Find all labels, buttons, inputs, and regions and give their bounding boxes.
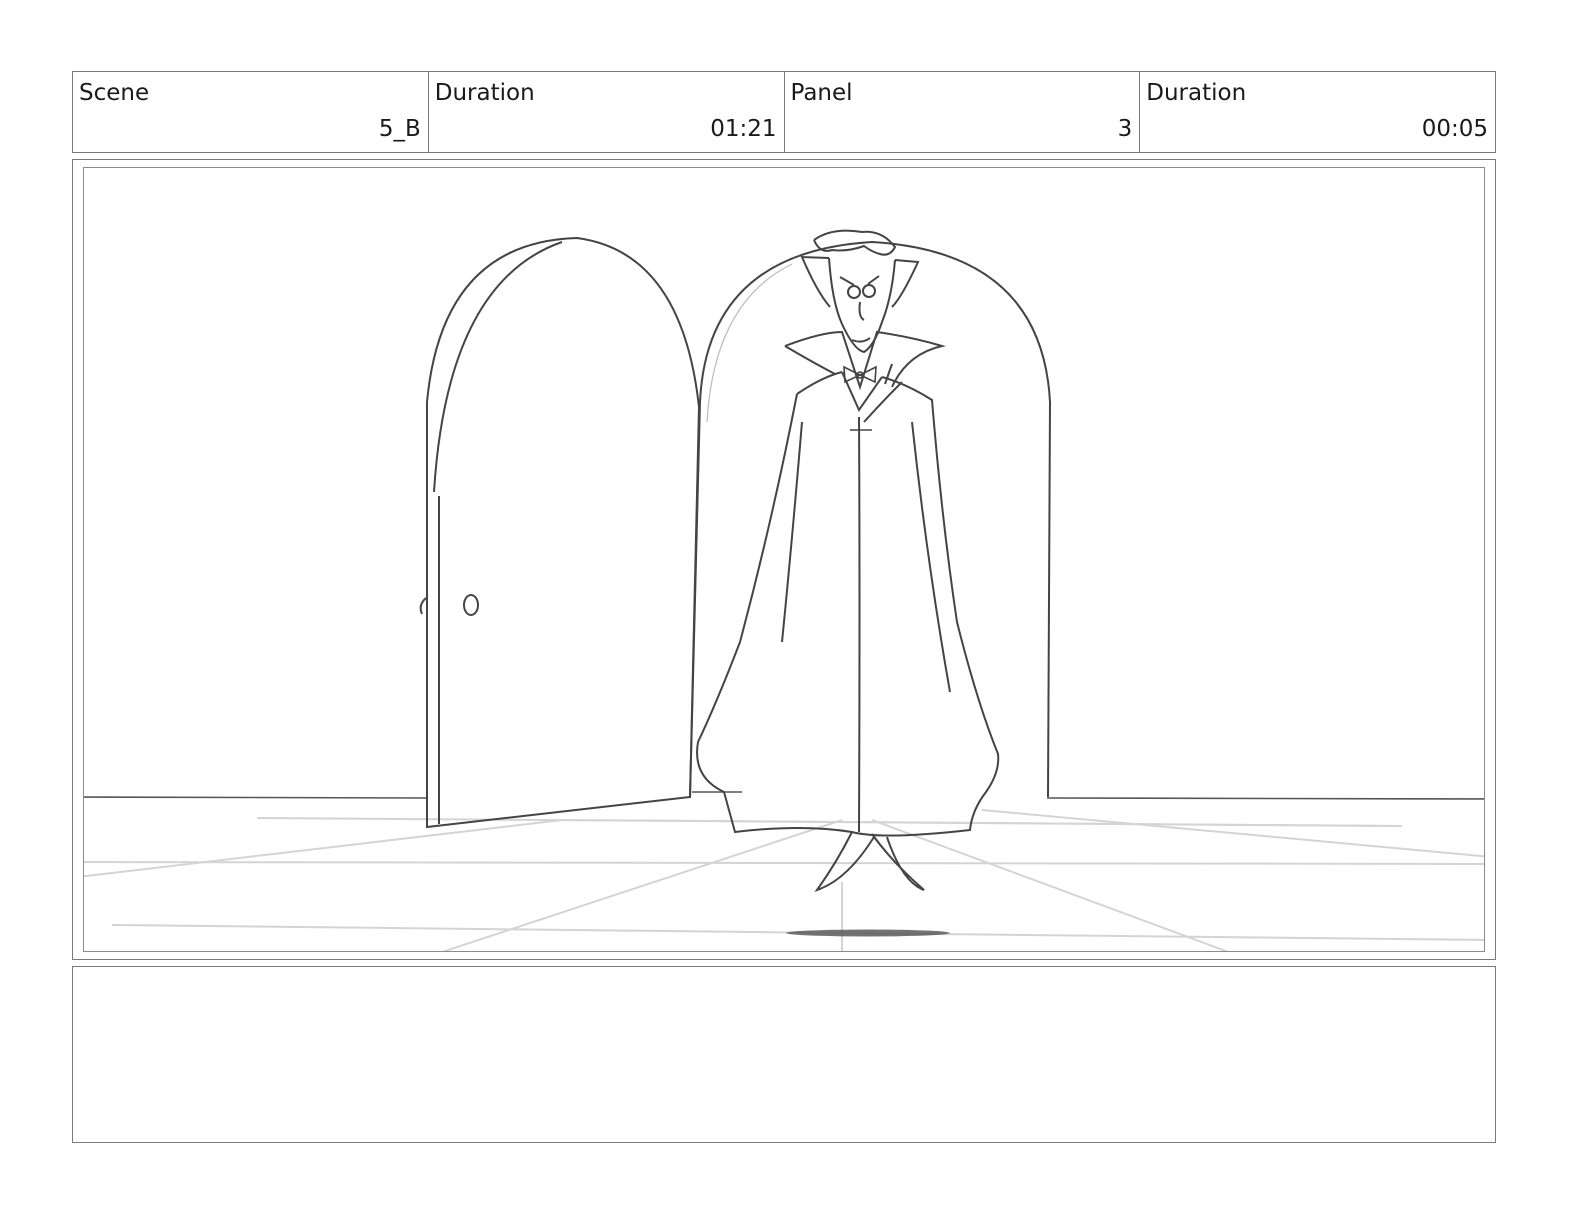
vampire-sketch-illustration (84, 229, 1484, 951)
panel-info-header: Scene 5_B Duration 01:21 Panel 3 Duratio… (72, 71, 1496, 153)
panel-label: Panel (790, 80, 853, 106)
panel-duration-label: Duration (1146, 80, 1247, 106)
panel-duration-value: 00:05 (1421, 116, 1488, 142)
scene-value: 5_B (378, 116, 421, 142)
scene-cell: Scene 5_B (73, 72, 429, 152)
scene-label: Scene (79, 80, 150, 106)
panel-cell: Panel 3 (785, 72, 1141, 152)
scene-duration-value: 01:21 (710, 116, 777, 142)
panel-value: 3 (1117, 116, 1133, 142)
storyboard-frame (72, 159, 1496, 960)
panel-duration-cell: Duration 00:05 (1140, 72, 1495, 152)
storyboard-drawing-area (83, 167, 1485, 952)
scene-duration-cell: Duration 01:21 (429, 72, 785, 152)
panel-notes-box (72, 966, 1496, 1143)
scene-duration-label: Duration (434, 80, 535, 106)
